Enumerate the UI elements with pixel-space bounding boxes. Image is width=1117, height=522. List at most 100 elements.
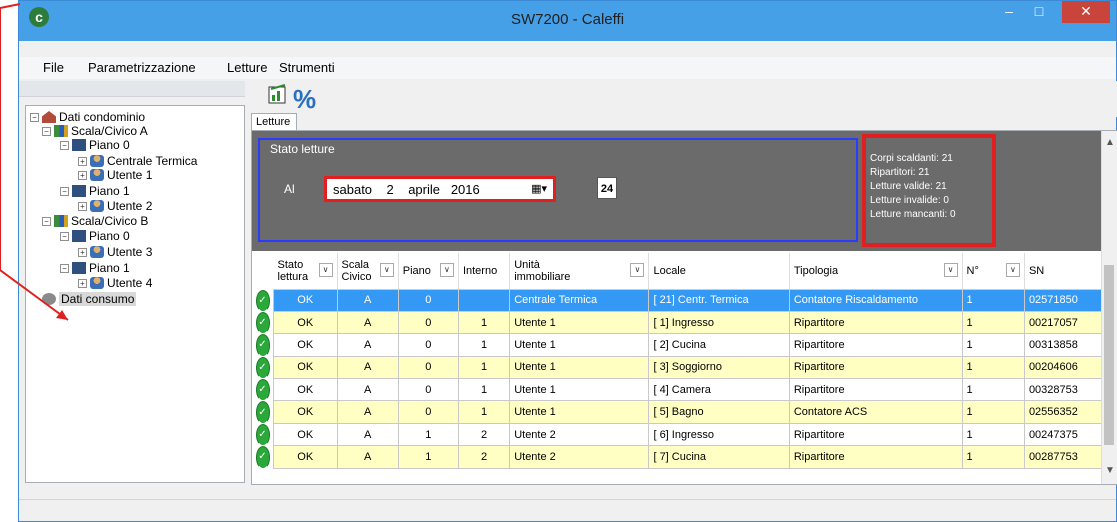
- menu-letture[interactable]: Letture: [227, 60, 267, 75]
- row-status-cell: ✓: [252, 446, 273, 470]
- column-header[interactable]: Interno: [458, 253, 511, 290]
- annotation-arrow: [0, 3, 69, 321]
- ok-check-icon: ✓: [255, 446, 270, 469]
- table-cell: [ 5] Bagno: [648, 400, 790, 424]
- table-cell: 00313858: [1023, 333, 1104, 357]
- ok-check-icon: ✓: [255, 356, 270, 380]
- table-cell: A: [336, 378, 399, 402]
- main-toolstrip: %: [247, 81, 1117, 117]
- table-cell: 0: [397, 310, 459, 335]
- minimize-icon[interactable]: –: [994, 1, 1024, 23]
- ok-check-icon: ✓: [255, 289, 270, 312]
- table-cell: [ 6] Ingresso: [648, 422, 790, 447]
- filter-dropdown-icon[interactable]: ∨: [943, 263, 958, 277]
- scroll-down-icon[interactable]: ▼: [1105, 465, 1115, 476]
- table-cell: 1: [961, 400, 1025, 424]
- letture-panel: Stato letture Al sabato 2 aprile 2016 ▦▾…: [251, 130, 1117, 485]
- stato-letture-group: Stato letture Al sabato 2 aprile 2016 ▦▾…: [258, 138, 858, 242]
- tree-node-centrale-termica[interactable]: + Centrale Termica: [78, 154, 197, 168]
- row-status-cell: ✓: [252, 334, 273, 358]
- date-year[interactable]: 2016: [451, 182, 480, 197]
- percent-icon[interactable]: %: [293, 84, 316, 115]
- scroll-up-icon[interactable]: ▲: [1105, 137, 1115, 148]
- table-cell: A: [336, 310, 399, 335]
- tab-letture[interactable]: Letture: [251, 113, 297, 131]
- window-title: SW7200 - Caleffi: [510, 11, 625, 28]
- menu-parametrizzazione[interactable]: Parametrizzazione: [88, 60, 196, 75]
- table-cell: 1: [397, 422, 459, 447]
- user-icon: [90, 200, 104, 212]
- calendar-dropdown-icon[interactable]: ▦▾: [531, 182, 547, 195]
- filter-dropdown-icon[interactable]: ∨: [1005, 263, 1020, 277]
- table-cell: A: [336, 422, 399, 447]
- column-header[interactable]: Piano ∨: [398, 253, 459, 290]
- column-header[interactable]: Unità immobiliare ∨: [509, 253, 650, 290]
- column-header[interactable]: SN: [1024, 253, 1104, 290]
- table-row[interactable]: OK A 0 1 Utente 1[ 5] Bagno Contatore ACS 1 025…: [273, 400, 1104, 424]
- column-header[interactable]: N° ∨: [962, 253, 1025, 290]
- filter-dropdown-icon[interactable]: ∨: [439, 263, 454, 277]
- user-icon: [90, 169, 104, 181]
- stats-summary: Corpi scaldanti: 21 Ripartitori: 21 Lett…: [862, 134, 996, 247]
- table-row[interactable]: OK A 0 1 Utente 1[ 4] Camera Ripartitore 1 0032…: [273, 378, 1104, 402]
- title-bar[interactable]: c SW7200 - Caleffi – □ ✕: [19, 1, 1116, 41]
- menu-strumenti[interactable]: Strumenti: [279, 60, 335, 75]
- status-bar: [19, 499, 1116, 521]
- table-cell: OK: [273, 400, 338, 424]
- table-row[interactable]: OK A 0 1 Utente 1[ 3] Soggiorno Ripartitore 1 0…: [273, 355, 1104, 380]
- user-icon: [90, 246, 104, 258]
- ok-check-icon: ✓: [255, 311, 270, 335]
- filter-dropdown-icon[interactable]: ∨: [379, 263, 394, 277]
- table-cell: Ripartitore: [788, 378, 963, 402]
- table-cell: A: [336, 355, 399, 380]
- table-cell: [ 7] Cucina: [648, 445, 790, 469]
- filter-dropdown-icon[interactable]: ∨: [318, 263, 333, 277]
- table-cell: Utente 1: [509, 310, 650, 335]
- ok-check-icon: ✓: [255, 423, 270, 447]
- scrollbar-thumb[interactable]: [1104, 265, 1114, 445]
- table-row[interactable]: OK A 0 1 Utente 1[ 1] Ingresso Ripartitore 1 00…: [273, 310, 1104, 335]
- column-header-label: SN: [1028, 264, 1045, 277]
- column-header[interactable]: Scala Civico ∨: [337, 253, 399, 290]
- table-cell: 0: [397, 288, 459, 312]
- close-icon[interactable]: ✕: [1062, 1, 1110, 23]
- table-row[interactable]: OK A 1 2 Utente 2[ 7] Cucina Ripartitore 1 0028…: [273, 445, 1104, 469]
- date-day[interactable]: 2: [387, 182, 394, 197]
- stat-letture-valide: Letture valide: 21: [870, 181, 947, 192]
- table-cell: 00217057: [1023, 310, 1104, 335]
- stat-corpi-scaldanti: Corpi scaldanti: 21: [870, 153, 953, 164]
- date-weekday[interactable]: sabato: [333, 182, 372, 197]
- table-cell: OK: [273, 355, 338, 380]
- table-row[interactable]: OK A 0 1 Utente 1[ 2] Cucina Ripartitore 1 0031…: [273, 333, 1104, 357]
- calendar-icon[interactable]: 24: [597, 177, 617, 199]
- tree-label: Piano 0: [89, 229, 130, 243]
- letture-table[interactable]: Stato lettura ∨ Scala Civico ∨ Piano ∨ Interno…: [273, 253, 1104, 469]
- table-cell: 00204606: [1023, 355, 1104, 380]
- table-cell: 1: [961, 333, 1025, 357]
- column-header[interactable]: Tipologia ∨: [789, 253, 963, 290]
- date-month[interactable]: aprile: [408, 182, 440, 197]
- table-cell: Ripartitore: [788, 445, 963, 469]
- table-cell: [ 4] Camera: [648, 378, 790, 402]
- chart-export-icon[interactable]: [267, 83, 293, 109]
- stato-header: Stato letture Al sabato 2 aprile 2016 ▦▾…: [252, 131, 1103, 251]
- user-icon: [90, 277, 104, 289]
- row-status-cell: ✓: [252, 356, 273, 380]
- table-cell: 0: [397, 333, 459, 357]
- al-label: Al: [284, 182, 295, 196]
- table-row[interactable]: OK A 1 2 Utente 2[ 6] Ingresso Ripartitore 1 00…: [273, 422, 1104, 447]
- app-window: c SW7200 - Caleffi – □ ✕ File Parametriz…: [18, 0, 1117, 522]
- vertical-scrollbar[interactable]: ▲ ▼: [1101, 131, 1117, 484]
- table-cell: 1: [457, 378, 511, 402]
- column-header[interactable]: Stato lettura ∨: [273, 253, 338, 290]
- table-cell: 0: [397, 400, 459, 424]
- maximize-icon[interactable]: □: [1024, 1, 1054, 23]
- filter-dropdown-icon[interactable]: ∨: [630, 263, 645, 277]
- date-picker[interactable]: sabato 2 aprile 2016 ▦▾: [324, 176, 556, 202]
- table-row[interactable]: OK A 0 Centrale Termica[ 21] Centr. Termica…: [273, 288, 1104, 312]
- table-cell: [ 21] Centr. Termica: [648, 288, 790, 312]
- table-cell: Utente 1: [509, 378, 650, 402]
- stat-ripartitori: Ripartitori: 21: [870, 167, 930, 178]
- table-cell: Utente 1: [509, 355, 650, 380]
- column-header[interactable]: Locale: [648, 253, 790, 290]
